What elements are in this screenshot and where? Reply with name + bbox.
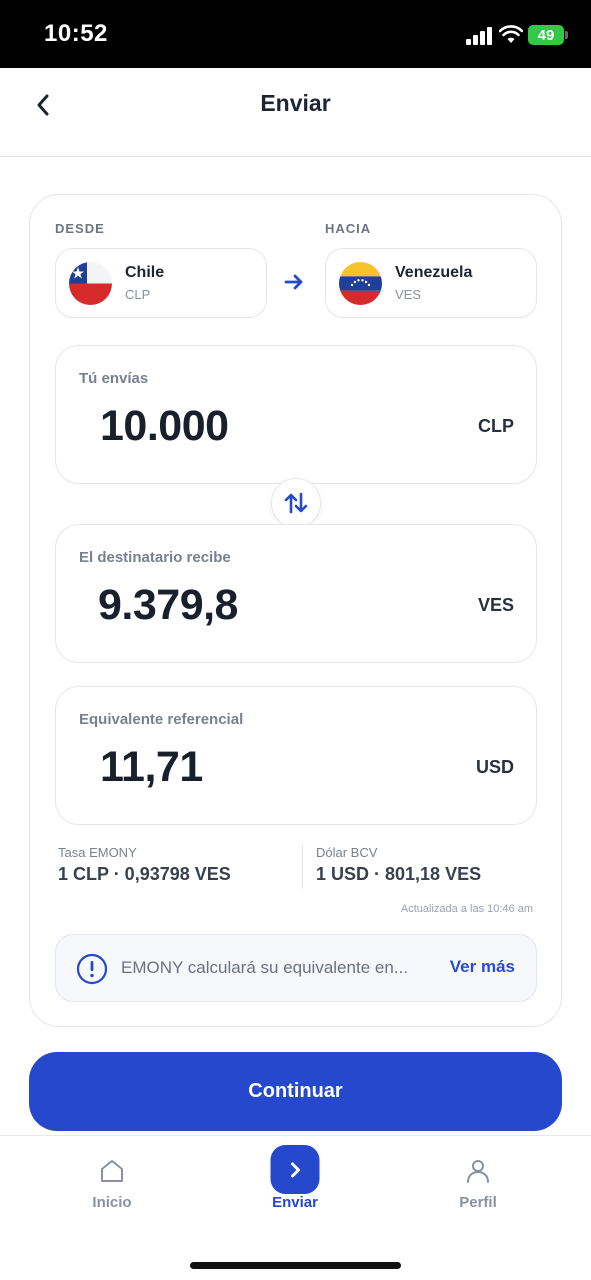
- send-amount-label: Tú envías: [79, 370, 149, 387]
- nav-item-perfil[interactable]: Perfil: [418, 1136, 538, 1226]
- emony-rate: Tasa EMONY 1 CLP · 0,93798 VES: [58, 845, 231, 885]
- chevron-right-icon: [290, 1162, 300, 1177]
- wifi-icon: [499, 25, 523, 43]
- battery-level: 49: [537, 26, 555, 44]
- transfer-card: DESDE HACIA Chile CLP Venezuela VES Tú e…: [29, 194, 562, 1027]
- bcv-rate-value: 1 USD · 801,18 VES: [316, 864, 482, 884]
- nav-label-inicio: Inicio: [92, 1194, 132, 1211]
- bcv-rate-label: Dólar BCV: [316, 845, 378, 860]
- home-icon: [101, 1160, 123, 1182]
- to-label: HACIA: [325, 221, 372, 236]
- from-country-name: Chile: [125, 264, 165, 281]
- info-banner: EMONY calculará su equivalente en... Ver…: [55, 934, 537, 1002]
- nav-label-perfil: Perfil: [459, 1194, 497, 1211]
- home-indicator: [190, 1262, 401, 1269]
- nav-label-enviar: Enviar: [272, 1194, 318, 1211]
- battery-icon: 49: [528, 25, 564, 45]
- reference-amount-field: Equivalente referencial 11,71 USD: [55, 686, 537, 825]
- rate-divider: [302, 845, 303, 889]
- receive-amount-field[interactable]: El destinatario recibe 9.379,8 VES: [55, 524, 537, 663]
- bcv-rate: Dólar BCV 1 USD · 801,18 VES: [316, 845, 481, 885]
- swap-button[interactable]: [271, 478, 321, 528]
- signal-icon: [466, 27, 492, 45]
- venezuela-flag-icon: [339, 262, 382, 305]
- send-currency: CLP: [478, 416, 514, 436]
- status-bar: 10:52 49: [0, 0, 591, 68]
- exclamation-circle-icon: [76, 953, 108, 985]
- receive-amount-label: El destinatario recibe: [79, 549, 231, 566]
- send-amount-value[interactable]: 10.000: [100, 402, 229, 451]
- from-label: DESDE: [55, 221, 105, 236]
- header: Enviar: [0, 68, 591, 157]
- receive-currency: VES: [477, 595, 514, 615]
- to-country-selector[interactable]: Venezuela VES: [325, 248, 537, 318]
- rate-updated-time: Actualizada a las 10:46 am: [400, 903, 533, 915]
- emony-rate-label: Tasa EMONY: [58, 845, 137, 860]
- user-icon: [467, 1160, 489, 1183]
- battery-tip: [565, 31, 568, 39]
- reference-amount-value: 11,71: [100, 743, 203, 791]
- nav-active-indicator: [270, 1145, 320, 1194]
- to-country-name: Venezuela: [395, 264, 473, 281]
- bottom-nav: Inicio Enviar Perfil: [0, 1135, 591, 1280]
- see-more-link[interactable]: Ver más: [450, 957, 515, 977]
- arrow-right-icon: [284, 274, 303, 290]
- chile-flag-icon: [69, 262, 112, 305]
- receive-amount-value[interactable]: 9.379,8: [98, 581, 238, 630]
- status-time: 10:52: [44, 20, 108, 47]
- continue-button[interactable]: Continuar: [29, 1052, 562, 1131]
- reference-amount-label: Equivalente referencial: [79, 711, 244, 728]
- info-text: EMONY calculará su equivalente en...: [121, 958, 408, 977]
- from-currency-code: CLP: [125, 287, 151, 302]
- page-title: Enviar: [260, 90, 331, 116]
- send-amount-field[interactable]: Tú envías 10.000 CLP: [55, 345, 537, 484]
- to-currency-code: VES: [395, 287, 422, 302]
- from-country-selector[interactable]: Chile CLP: [55, 248, 267, 318]
- nav-item-enviar[interactable]: Enviar: [235, 1136, 355, 1226]
- reference-currency: USD: [475, 757, 514, 777]
- nav-item-inicio[interactable]: Inicio: [52, 1136, 172, 1226]
- swap-arrows-icon: [284, 492, 308, 514]
- emony-rate-value: 1 CLP · 0,93798 VES: [58, 864, 231, 884]
